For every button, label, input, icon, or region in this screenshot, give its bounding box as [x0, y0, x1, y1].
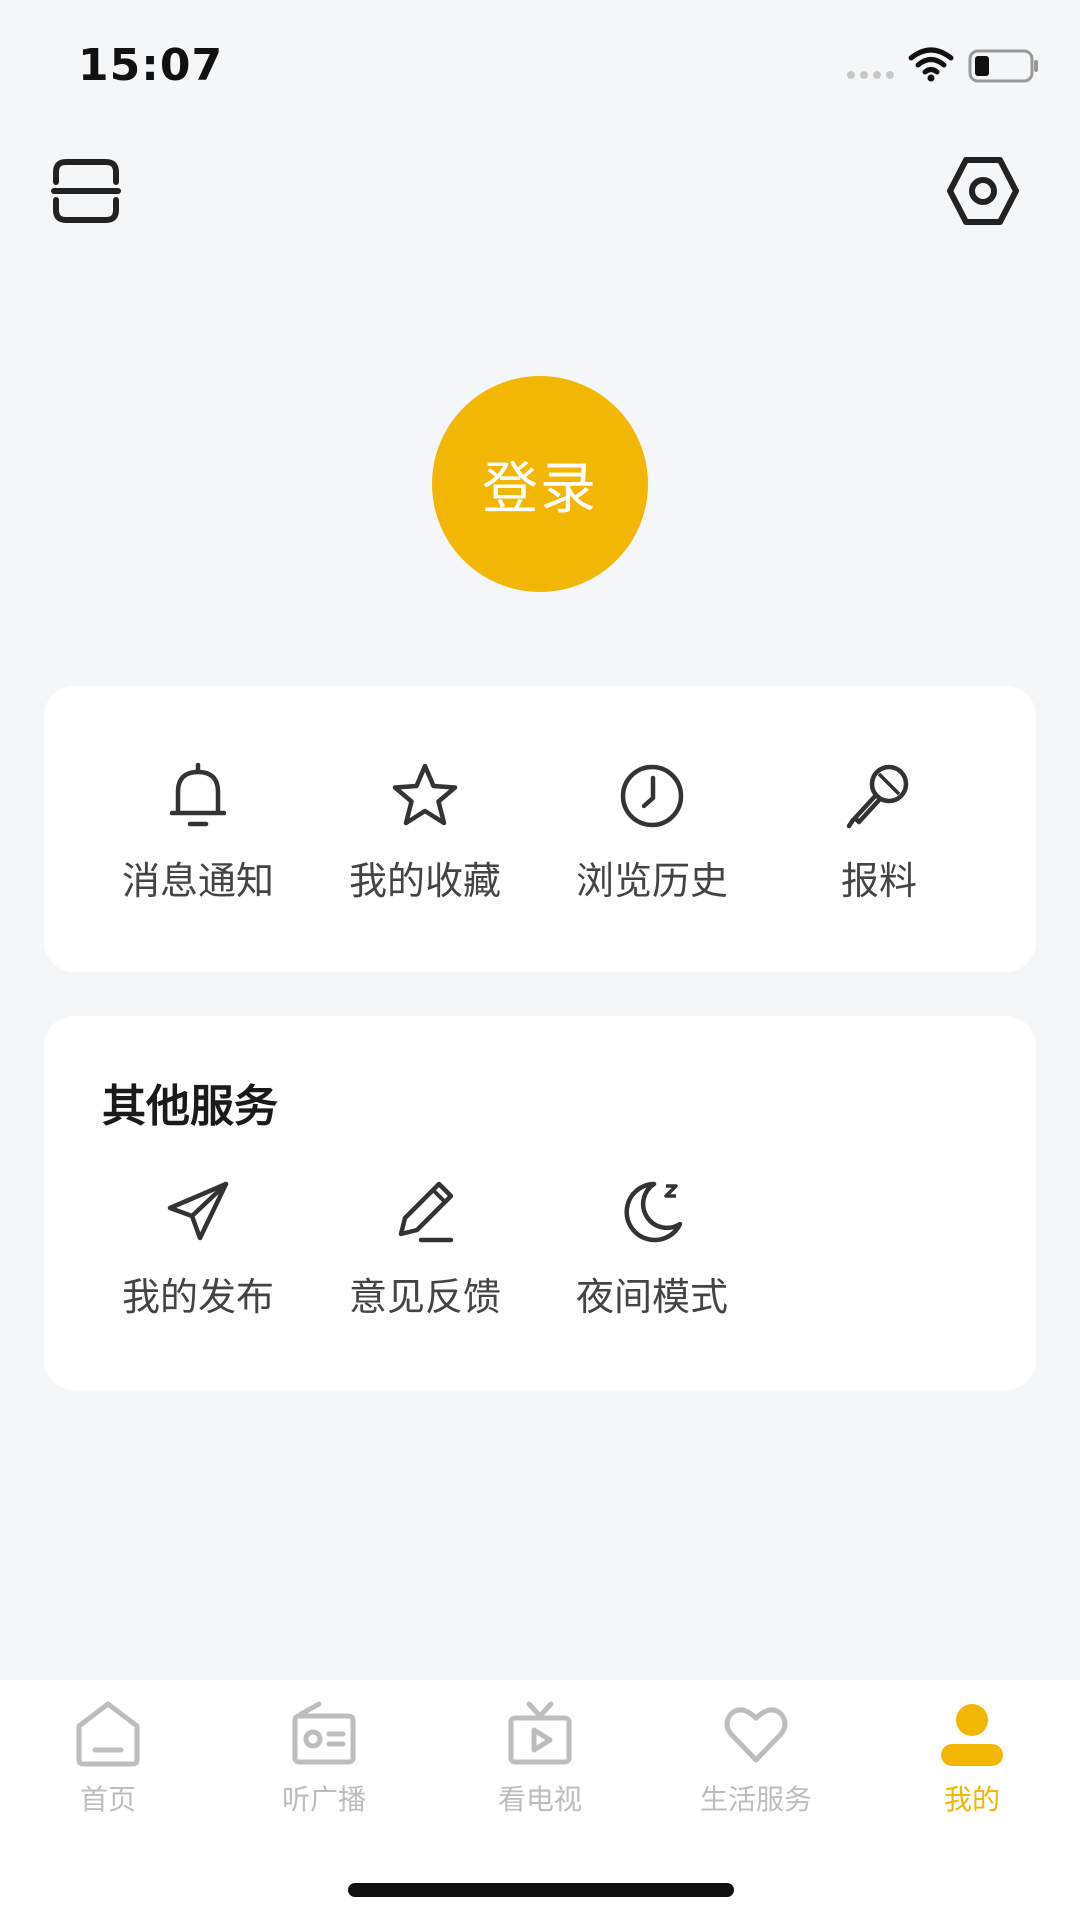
star-icon — [392, 763, 458, 826]
quick-actions-card: 消息通知 我的收藏 浏览历史 报料 — [44, 686, 1036, 972]
radio-icon — [292, 1701, 356, 1765]
home-icon — [76, 1701, 140, 1767]
service-feedback[interactable]: 意见反馈 — [311, 1176, 539, 1356]
clock-icon — [620, 764, 684, 828]
nav-label: 听广播 — [281, 1783, 366, 1816]
nav-item-life-services[interactable]: 生活服务 — [666, 1700, 846, 1830]
service-label: 意见反馈 — [348, 1275, 501, 1319]
bell-icon — [169, 762, 227, 827]
nav-item-radio[interactable]: 听广播 — [234, 1700, 414, 1830]
home-indicator — [348, 1883, 734, 1897]
nav-item-tv[interactable]: 看电视 — [450, 1700, 630, 1830]
user-icon — [941, 1704, 1003, 1766]
quick-action-label: 消息通知 — [121, 859, 274, 903]
tv-icon — [508, 1701, 572, 1765]
quick-action-report[interactable]: 报料 — [765, 760, 993, 940]
login-button[interactable]: 登录 — [432, 376, 648, 592]
quick-action-favorites[interactable]: 我的收藏 — [311, 760, 539, 940]
quick-action-label: 浏览历史 — [575, 859, 728, 903]
paper-plane-icon — [167, 1181, 229, 1241]
nav-label: 首页 — [79, 1783, 136, 1816]
cellular-signal-icon — [847, 71, 894, 79]
battery-icon — [968, 49, 1038, 83]
quick-action-label: 我的收藏 — [348, 859, 501, 903]
nav-item-mine[interactable]: 我的 — [882, 1700, 1062, 1830]
settings-icon[interactable] — [946, 154, 1020, 228]
nav-label: 看电视 — [497, 1783, 582, 1816]
nav-label: 我的 — [943, 1783, 1000, 1816]
microphone-icon — [846, 764, 909, 829]
wifi-icon — [908, 47, 954, 82]
section-title: 其他服务 — [102, 1081, 278, 1132]
quick-action-notifications[interactable]: 消息通知 — [84, 760, 312, 940]
moon-icon — [624, 1181, 683, 1243]
nav-label: 生活服务 — [699, 1783, 812, 1816]
status-bar: 15:07 — [0, 0, 1080, 130]
nav-item-home[interactable]: 首页 — [18, 1700, 198, 1830]
scan-icon[interactable] — [50, 158, 122, 224]
other-services-card: 其他服务 我的发布 意见反馈 夜间模式 — [44, 1016, 1036, 1390]
quick-action-label: 报料 — [840, 859, 917, 903]
service-night-mode[interactable]: 夜间模式 — [538, 1176, 766, 1356]
heart-icon — [724, 1707, 788, 1763]
service-label: 夜间模式 — [575, 1275, 728, 1319]
quick-action-history[interactable]: 浏览历史 — [538, 760, 766, 940]
service-my-posts[interactable]: 我的发布 — [84, 1176, 312, 1356]
service-label: 我的发布 — [121, 1275, 274, 1319]
pencil-icon — [398, 1181, 454, 1243]
status-time: 15:07 — [78, 40, 224, 91]
